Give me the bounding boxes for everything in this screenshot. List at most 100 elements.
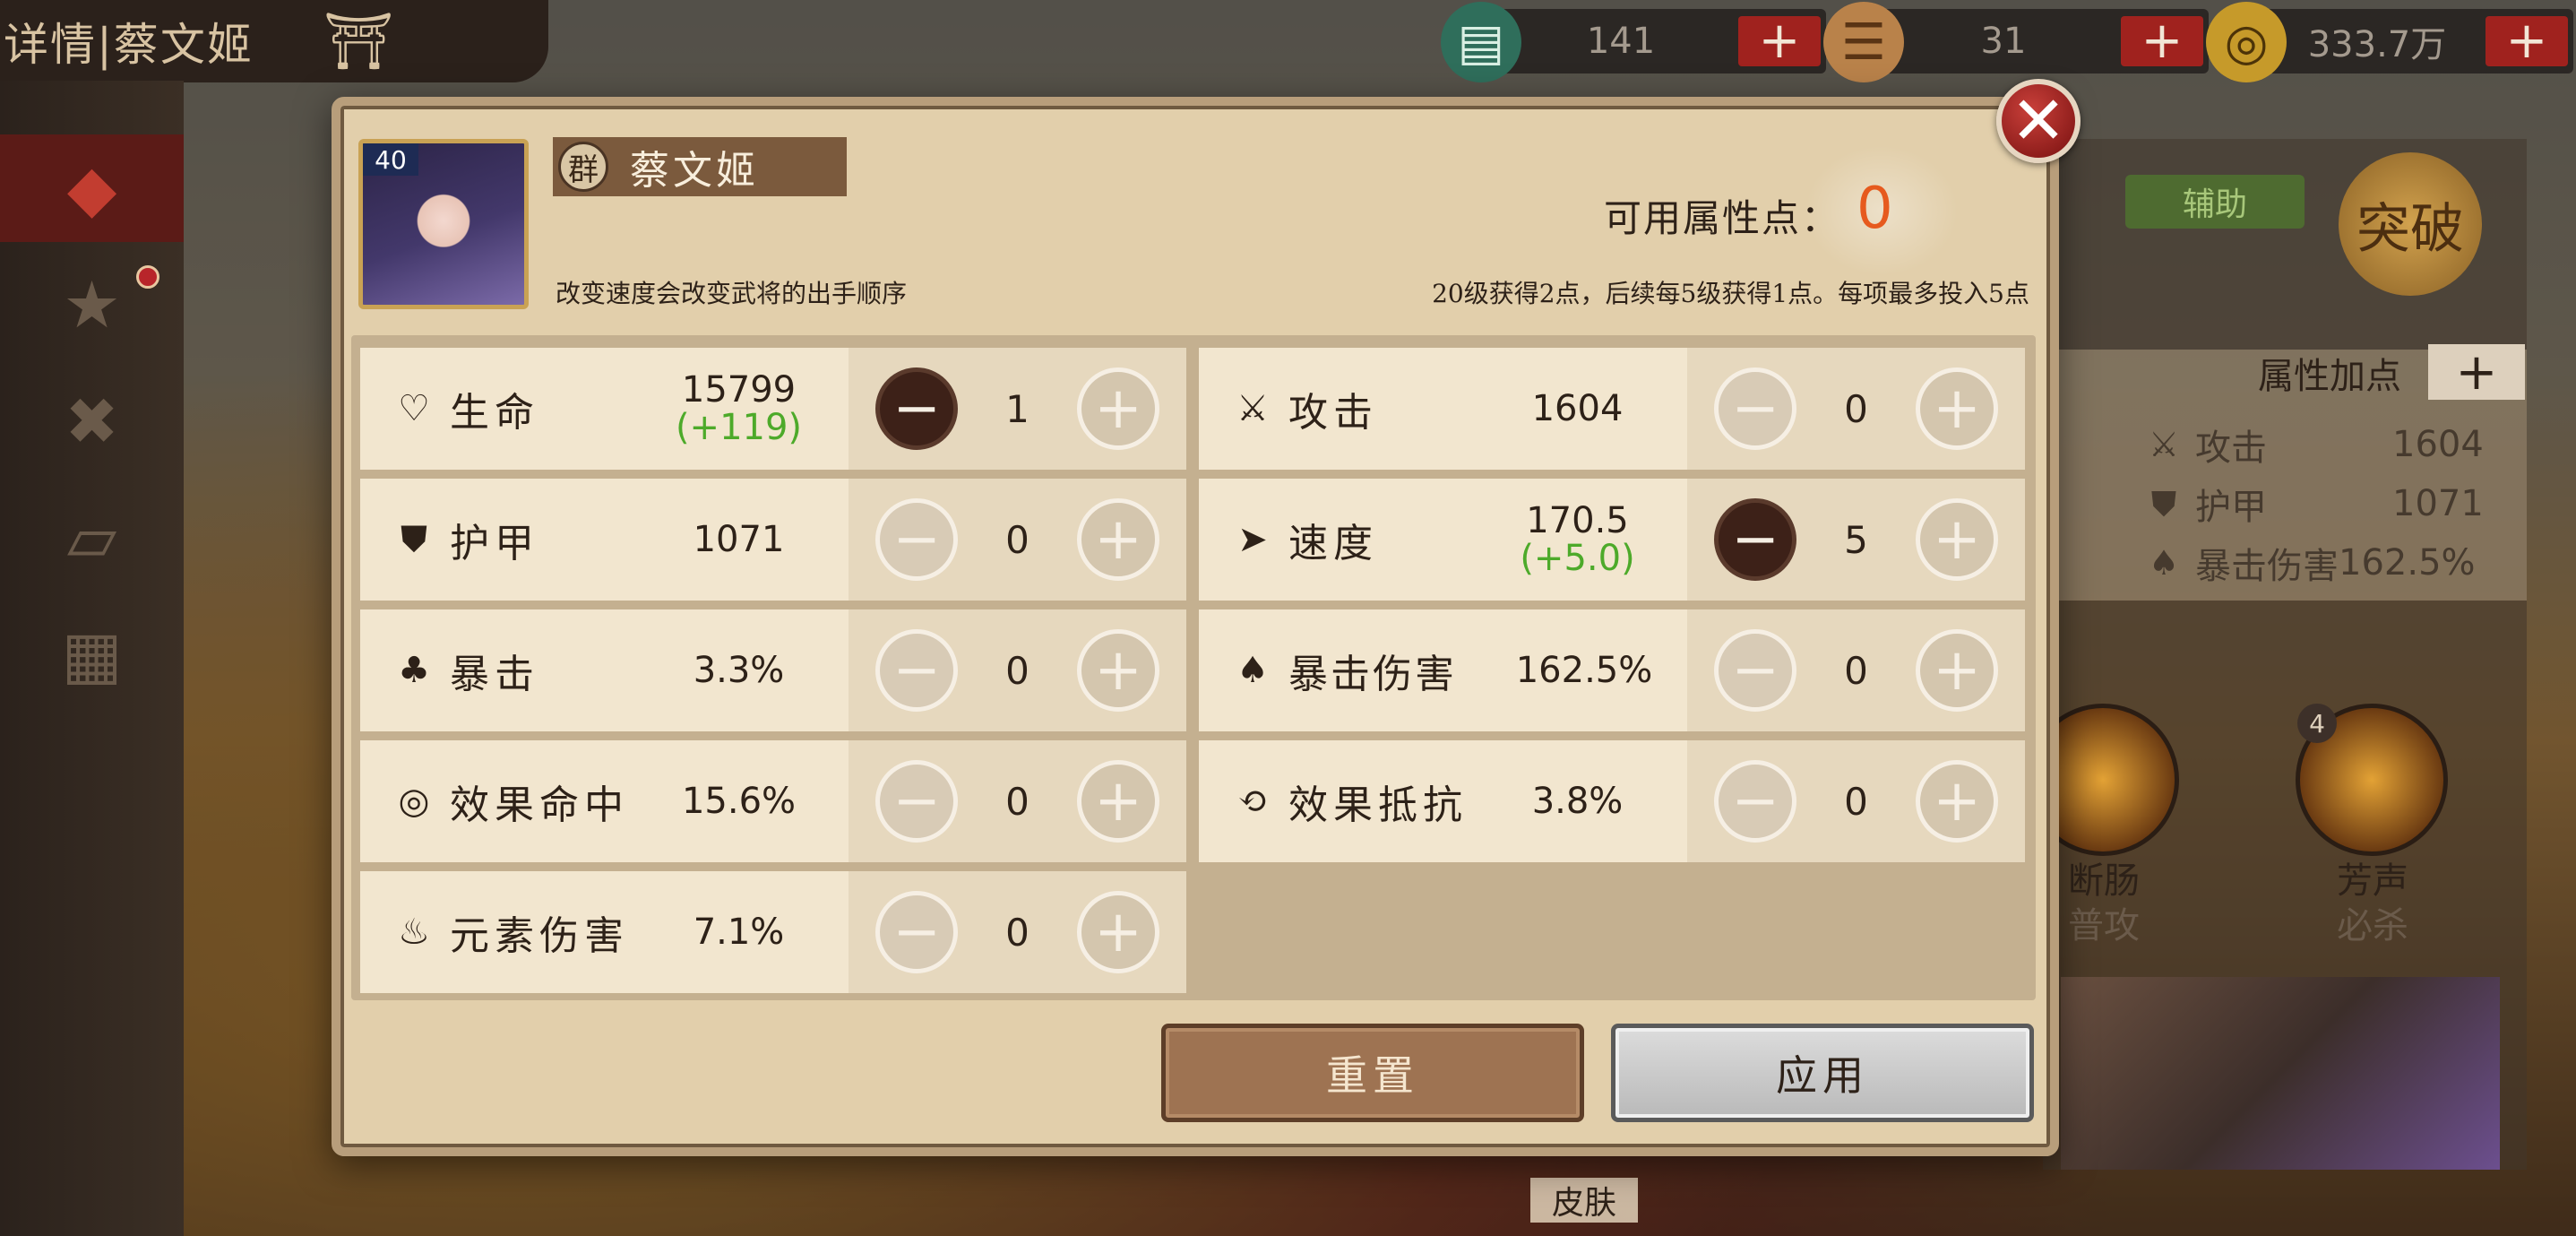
stat-row-element-damage: ♨ 元素伤害 7.1% − 0 + (360, 871, 1186, 993)
card-icon: ▱ (66, 500, 117, 575)
reset-button[interactable]: 重置 (1161, 1024, 1584, 1122)
stat-value: 1604 (1468, 390, 1687, 428)
left-rail: ◆ ★ ✖ ▱ ▦ (0, 81, 184, 1236)
close-button[interactable]: ✕ (1996, 79, 2081, 163)
stat-row-effect-resist: ⟲ 效果抵抗 3.8% − 0 + (1199, 740, 2025, 862)
currency-book: ▤ 141 + (1441, 2, 1826, 82)
sword-icon: ⚔ (2148, 425, 2180, 464)
decrease-attack-button[interactable]: − (1714, 367, 1796, 450)
crit-damage-icon: ♠ (1236, 650, 1269, 691)
rail-tab-mahjong[interactable]: ▦ (0, 601, 184, 708)
increase-effect-hit-button[interactable]: + (1077, 760, 1159, 843)
book-icon: ▤ (1441, 2, 1521, 82)
stat-value: 7.1% (629, 913, 849, 951)
hero-level-badge: 40 (363, 143, 418, 176)
side-stat-armor: ⛊ 护甲 1071 (2132, 477, 2576, 531)
increase-attack-button[interactable]: + (1916, 367, 1998, 450)
increase-element-damage-button[interactable]: + (1077, 891, 1159, 973)
stat-bonus: (+5.0) (1520, 538, 1635, 579)
stat-points-count: 0 (1005, 779, 1030, 824)
stat-value: 3.8% (1468, 782, 1687, 820)
stat-value: 162.5% (1481, 652, 1687, 689)
scroll-icon: ☰ (1823, 2, 1904, 82)
diamond-icon: ◆ (66, 151, 117, 226)
hero-name-banner: 群 蔡文姬 (553, 137, 847, 196)
side-stat-name: 暴击伤害 (2195, 546, 2339, 587)
element-damage-icon: ♨ (398, 912, 430, 953)
crossed-swords-icon: ✖ (65, 384, 119, 459)
skin-tab[interactable]: 皮肤 (1530, 1178, 1638, 1223)
temple-icon[interactable]: ⛩ (323, 8, 394, 74)
increase-armor-button[interactable]: + (1077, 498, 1159, 581)
decrease-armor-button[interactable]: − (875, 498, 958, 581)
skin-artwork[interactable] (2061, 977, 2500, 1170)
stat-value: 15799 (+119) (629, 371, 849, 446)
stat-value-number: 162.5% (1515, 650, 1653, 691)
stat-points-count: 0 (1005, 517, 1030, 562)
rail-tab-card[interactable]: ▱ (0, 484, 184, 592)
crit-icon: ♣ (398, 650, 430, 691)
increase-speed-button[interactable]: + (1916, 498, 1998, 581)
stat-points-count: 5 (1844, 517, 1868, 562)
increase-crit-damage-button[interactable]: + (1916, 629, 1998, 712)
stat-name: 暴击伤害 (1288, 652, 1457, 697)
side-stat-name: 护甲 (2195, 487, 2267, 528)
stat-points-count: 0 (1844, 648, 1868, 693)
page-title: 详情|蔡文姬 (4, 19, 254, 71)
decrease-crit-damage-button[interactable]: − (1714, 629, 1796, 712)
stat-value: 170.5 (+5.0) (1468, 502, 1687, 577)
decrease-hp-button[interactable]: − (875, 367, 958, 450)
decrease-speed-button[interactable]: − (1714, 498, 1796, 581)
stat-points-count: 0 (1005, 910, 1030, 955)
stat-value: 1071 (629, 521, 849, 558)
add-coin-button[interactable]: + (2486, 16, 2568, 66)
role-badge: 辅助 (2125, 175, 2305, 229)
decrease-element-damage-button[interactable]: − (875, 891, 958, 973)
add-book-button[interactable]: + (1738, 16, 1821, 66)
shield-icon: ⛊ (2150, 483, 2177, 523)
stat-bonus: (+119) (675, 407, 803, 448)
stat-value: 15.6% (629, 782, 849, 820)
coin-icon: ◎ (2206, 2, 2287, 82)
stat-name: 攻击 (1288, 390, 1378, 436)
side-stat-crit-damage: ♠ 暴击伤害 162.5% (2132, 536, 2576, 590)
title-bar: 详情|蔡文姬 ⛩ (0, 0, 548, 82)
stat-row-effect-hit: ◎ 效果命中 15.6% − 0 + (360, 740, 1186, 862)
stat-value-number: 3.8% (1531, 781, 1624, 822)
apply-button[interactable]: 应用 (1611, 1024, 2034, 1122)
decrease-effect-hit-button[interactable]: − (875, 760, 958, 843)
breakthrough-button[interactable]: 突破 (2339, 152, 2482, 296)
faction-badge: 群 (558, 142, 608, 192)
heart-icon: ♡ (398, 388, 430, 429)
star-icon: ★ (63, 267, 121, 342)
stat-value-number: 3.3% (693, 650, 785, 691)
increase-effect-resist-button[interactable]: + (1916, 760, 1998, 843)
stat-value-number: 7.1% (693, 912, 785, 953)
stat-row-armor: ⛊ 护甲 1071 − 0 + (360, 479, 1186, 601)
side-stat-value: 1604 (2392, 424, 2484, 465)
rail-tab-attributes[interactable]: ◆ (0, 134, 184, 242)
stat-row-crit-damage: ♠ 暴击伤害 162.5% − 0 + (1199, 609, 2025, 731)
add-scroll-button[interactable]: + (2121, 16, 2203, 66)
stat-value-number: 15.6% (681, 781, 797, 822)
effect-hit-icon: ◎ (398, 781, 430, 822)
stat-value-number: 15799 (681, 369, 797, 411)
skill-type: 必杀 (2337, 905, 2408, 946)
side-stat-name: 攻击 (2195, 428, 2267, 469)
attr-points-open-button[interactable]: + (2428, 343, 2525, 402)
speed-icon: ➤ (1237, 519, 1268, 560)
tiles-icon: ▦ (61, 617, 123, 692)
stat-row-hp: ♡ 生命 15799 (+119) − 1 + (360, 348, 1186, 470)
stat-value-number: 1604 (1531, 388, 1624, 429)
skill-level-badge: 4 (2297, 704, 2337, 743)
decrease-crit-button[interactable]: − (875, 629, 958, 712)
increase-crit-button[interactable]: + (1077, 629, 1159, 712)
notification-dot (136, 265, 159, 289)
decrease-effect-resist-button[interactable]: − (1714, 760, 1796, 843)
rail-tab-star[interactable]: ★ (0, 251, 184, 359)
increase-hp-button[interactable]: + (1077, 367, 1159, 450)
currency-coin: ◎ 333.7万 + (2206, 2, 2573, 82)
rail-tab-equip[interactable]: ✖ (0, 367, 184, 475)
stat-name: 速度 (1288, 521, 1378, 566)
stat-name: 效果抵抗 (1288, 782, 1468, 828)
